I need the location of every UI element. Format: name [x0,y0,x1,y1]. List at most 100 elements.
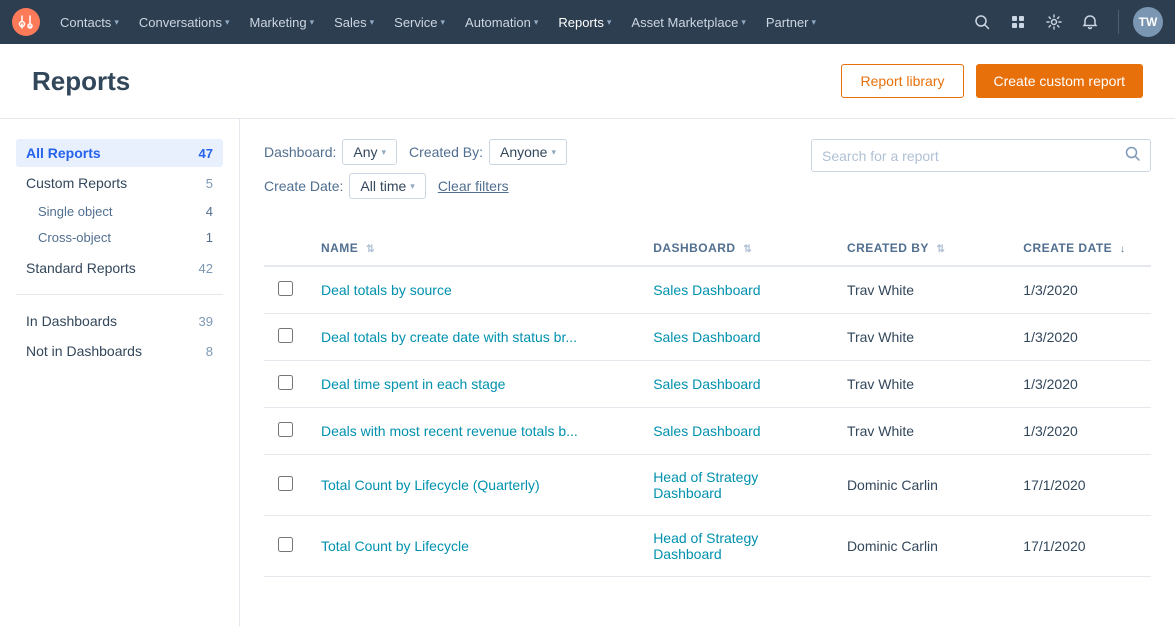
row-checkbox-5[interactable] [264,516,307,577]
avatar[interactable]: TW [1133,7,1163,37]
chevron-down-icon: ▾ [534,17,539,28]
checkbox-4[interactable] [278,476,293,491]
row-name-3: Deals with most recent revenue totals b.… [307,408,639,455]
row-created-by-4: Dominic Carlin [833,455,1009,516]
sort-icon-dashboard: ⇅ [743,244,752,255]
row-checkbox-0[interactable] [264,266,307,314]
row-name-2: Deal time spent in each stage [307,361,639,408]
nav-conversations[interactable]: Conversations ▾ [131,11,238,34]
search-icon[interactable] [968,8,996,36]
nav-asset-marketplace[interactable]: Asset Marketplace ▾ [623,11,753,34]
create-date-label: Create Date: [264,178,343,194]
hubspot-logo[interactable] [12,8,40,36]
filters-and-search: Dashboard: Any ▾ Created By: Anyone ▾ [264,139,1151,215]
chevron-down-icon: ▾ [551,147,556,158]
create-date-dropdown[interactable]: All time ▾ [349,173,425,199]
reports-table: NAME ⇅ DASHBOARD ⇅ CREATED BY ⇅ CREATE [264,231,1151,577]
chevron-down-icon: ▾ [410,181,415,192]
sidebar-divider [16,294,223,295]
dashboard-link-4[interactable]: Head of Strategy Dashboard [653,469,758,501]
checkbox-2[interactable] [278,375,293,390]
row-create-date-2: 1/3/2020 [1009,361,1151,408]
nav-automation[interactable]: Automation ▾ [457,11,546,34]
checkbox-3[interactable] [278,422,293,437]
row-created-by-0: Trav White [833,266,1009,314]
sidebar-item-all-reports[interactable]: All Reports 47 [16,139,223,167]
chevron-down-icon: ▾ [741,17,746,28]
report-name-link-1[interactable]: Deal totals by create date with status b… [321,329,577,345]
page-title: Reports [32,66,130,97]
dashboard-filter-dropdown[interactable]: Any ▾ [342,139,397,165]
row-name-5: Total Count by Lifecycle [307,516,639,577]
sidebar-item-single-object[interactable]: Single object 4 [16,199,223,224]
topnav-icons: TW [968,7,1163,37]
sidebar-item-custom-reports[interactable]: Custom Reports 5 [16,169,223,197]
dashboard-link-0[interactable]: Sales Dashboard [653,282,760,298]
nav-sales[interactable]: Sales ▾ [326,11,382,34]
nav-service[interactable]: Service ▾ [386,11,453,34]
sidebar-item-standard-reports[interactable]: Standard Reports 42 [16,254,223,282]
dashboard-link-2[interactable]: Sales Dashboard [653,376,760,392]
col-name-header[interactable]: NAME ⇅ [307,231,639,266]
row-create-date-1: 1/3/2020 [1009,314,1151,361]
report-name-link-3[interactable]: Deals with most recent revenue totals b.… [321,423,578,439]
table-row: Deal totals by create date with status b… [264,314,1151,361]
row-checkbox-4[interactable] [264,455,307,516]
col-create-date-header[interactable]: CREATE DATE ↓ [1009,231,1151,266]
report-library-button[interactable]: Report library [841,64,963,98]
notifications-icon[interactable] [1076,8,1104,36]
settings-icon[interactable] [1040,8,1068,36]
report-name-link-4[interactable]: Total Count by Lifecycle (Quarterly) [321,477,540,493]
report-name-link-2[interactable]: Deal time spent in each stage [321,376,505,392]
table-row: Total Count by Lifecycle Head of Strateg… [264,516,1151,577]
main-layout: All Reports 47 Custom Reports 5 Single o… [0,119,1175,626]
sidebar-item-in-dashboards[interactable]: In Dashboards 39 [16,307,223,335]
row-created-by-1: Trav White [833,314,1009,361]
report-name-link-5[interactable]: Total Count by Lifecycle [321,538,469,554]
nav-marketing[interactable]: Marketing ▾ [241,11,322,34]
filters-row-1: Dashboard: Any ▾ Created By: Anyone ▾ [264,139,795,165]
sidebar: All Reports 47 Custom Reports 5 Single o… [0,119,240,626]
nav-partner[interactable]: Partner ▾ [758,11,824,34]
search-block [811,139,1151,172]
sidebar-item-cross-object[interactable]: Cross-object 1 [16,225,223,250]
row-checkbox-2[interactable] [264,361,307,408]
chevron-down-icon: ▾ [812,17,817,28]
filter-group-create-date: Create Date: All time ▾ [264,173,426,199]
row-create-date-0: 1/3/2020 [1009,266,1151,314]
chevron-down-icon: ▾ [441,17,446,28]
filter-group-created-by: Created By: Anyone ▾ [409,139,567,165]
col-dashboard-header[interactable]: DASHBOARD ⇅ [639,231,833,266]
dashboard-link-1[interactable]: Sales Dashboard [653,329,760,345]
row-created-by-5: Dominic Carlin [833,516,1009,577]
content-area: Dashboard: Any ▾ Created By: Anyone ▾ [240,119,1175,626]
search-input[interactable] [822,148,1117,164]
row-name-0: Deal totals by source [307,266,639,314]
created-by-dropdown[interactable]: Anyone ▾ [489,139,567,165]
clear-filters-button[interactable]: Clear filters [438,178,509,194]
create-custom-report-button[interactable]: Create custom report [976,64,1144,98]
table-row: Total Count by Lifecycle (Quarterly) Hea… [264,455,1151,516]
search-icon[interactable] [1125,146,1140,165]
sidebar-group-custom: Custom Reports 5 Single object 4 Cross-o… [16,169,223,250]
chevron-down-icon: ▾ [607,17,612,28]
row-create-date-4: 17/1/2020 [1009,455,1151,516]
filters-block: Dashboard: Any ▾ Created By: Anyone ▾ [264,139,795,215]
checkbox-1[interactable] [278,328,293,343]
row-checkbox-3[interactable] [264,408,307,455]
checkbox-5[interactable] [278,537,293,552]
checkbox-0[interactable] [278,281,293,296]
report-name-link-0[interactable]: Deal totals by source [321,282,452,298]
created-by-label: Created By: [409,144,483,160]
page-header: Reports Report library Create custom rep… [0,44,1175,119]
row-checkbox-1[interactable] [264,314,307,361]
chevron-down-icon: ▾ [225,17,230,28]
nav-contacts[interactable]: Contacts ▾ [52,11,127,34]
col-created-by-header[interactable]: CREATED BY ⇅ [833,231,1009,266]
marketplace-icon[interactable] [1004,8,1032,36]
row-created-by-2: Trav White [833,361,1009,408]
dashboard-link-5[interactable]: Head of Strategy Dashboard [653,530,758,562]
nav-reports[interactable]: Reports ▾ [550,11,619,34]
sidebar-item-not-in-dashboards[interactable]: Not in Dashboards 8 [16,337,223,365]
dashboard-link-3[interactable]: Sales Dashboard [653,423,760,439]
